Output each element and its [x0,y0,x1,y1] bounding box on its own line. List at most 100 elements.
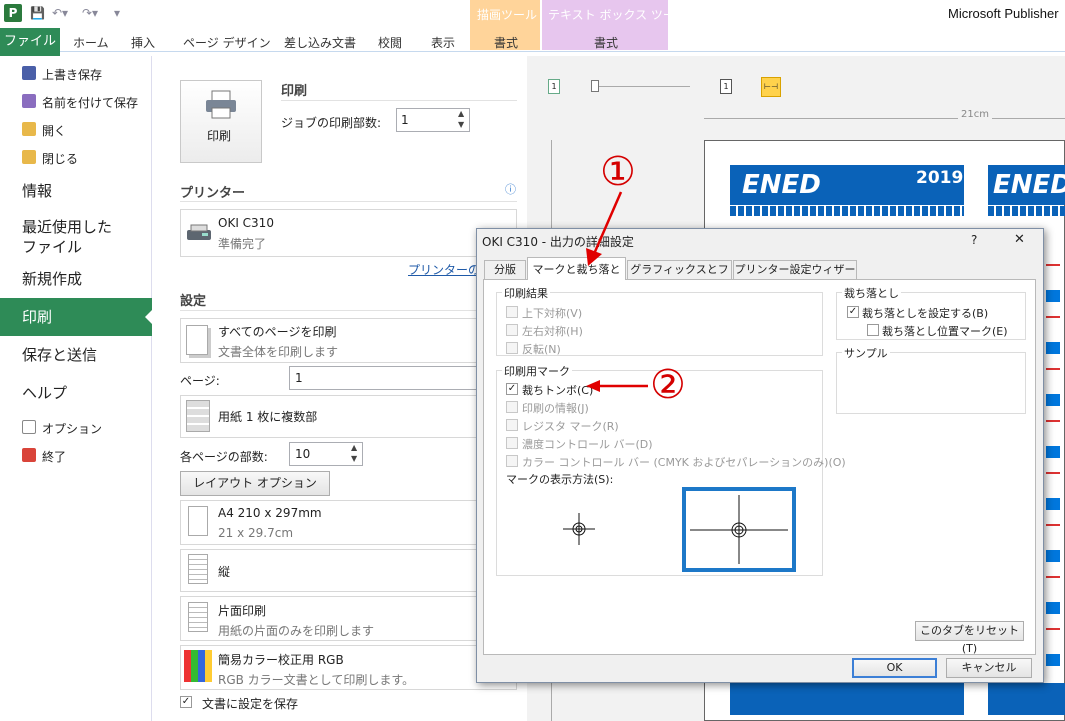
nav-save-as[interactable]: 名前を付けて保存 [42,94,138,111]
crop-mark-style-large-icon [690,495,788,564]
sides-title: 片面印刷 [218,604,267,618]
divider [180,310,517,311]
one-sided-icon [188,602,208,632]
registration-marks-checkbox[interactable] [506,419,518,431]
reset-tab-button[interactable]: このタブをリセット(T) [915,621,1024,655]
sample-label: サンプル [842,345,890,361]
print-button-label: 印刷 [207,129,232,143]
print-result-label: 印刷結果 [502,285,550,301]
annotation-circle-2: ② [650,362,686,408]
divider [281,100,517,101]
open-folder-icon [22,122,36,136]
tab-printer-wizard[interactable]: プリンター設定ウィザード [733,260,857,293]
spinner-arrows-icon[interactable]: ▲ ▼ [458,108,464,130]
redo-icon[interactable]: ↷▾ [82,6,98,20]
tab-view[interactable]: 表示 [431,34,455,51]
banner-logo: ENED [993,170,1065,200]
bleed-marks-checkbox[interactable] [867,324,879,336]
info-icon[interactable]: ⓘ [505,181,516,197]
page-edge-tickets [1046,250,1060,670]
undo-icon[interactable]: ↶▾ [52,6,68,20]
active-tab-join [528,278,625,280]
mark-display-label: マークの表示方法(S): [506,473,614,486]
printer-status: 準備完了 [218,237,267,251]
color-bars-checkbox[interactable] [506,455,518,467]
crop-marks-checkbox[interactable]: ✓ [506,383,518,395]
orientation-selector[interactable] [180,549,517,592]
nav-print[interactable]: 印刷 [22,307,52,327]
settings-header: 設定 [180,294,207,309]
cancel-button[interactable]: キャンセル [946,658,1032,678]
copies-per-page-label: 各ページの部数: [180,450,268,464]
nav-help[interactable]: ヘルプ [22,383,67,403]
layout-title: 用紙 1 枚に複数部 [218,410,318,424]
ruler-toggle-icon[interactable]: ⊢⊣ [761,77,781,97]
bleed-marks-label: 裁ち落とし位置マーク(E) [882,325,1008,338]
nav-new[interactable]: 新規作成 [22,269,82,289]
invert-label: 反転(N) [522,343,561,356]
print-header: 印刷 [281,84,308,99]
close-folder-icon [22,150,36,164]
paper-icon [188,506,208,536]
save-icon[interactable]: 💾 [30,6,45,20]
nav-save-send[interactable]: 保存と送信 [22,345,97,365]
paper-title: A4 210 x 297mm [218,506,322,520]
ticket-banner [988,683,1065,715]
nav-recent[interactable]: 最近使用した ファイル [22,217,112,257]
nav-exit[interactable]: 終了 [42,448,66,465]
spinner-arrows-icon[interactable]: ▲ ▼ [351,442,357,464]
bleeds-label: 裁ち落とし [842,285,901,301]
publisher-app-icon: P [4,4,22,22]
drawing-tools-label: 描画ツール [477,8,538,22]
ok-button[interactable]: OK [852,658,937,678]
allow-bleeds-checkbox[interactable]: ✓ [847,306,859,318]
tab-separations[interactable]: 分版 [484,260,526,279]
annotation-arrow-2-icon [586,380,648,392]
nav-close[interactable]: 閉じる [42,150,78,167]
divider [180,201,517,202]
zoom-slider[interactable] [592,86,690,87]
help-icon[interactable]: ? [971,233,977,247]
zoom-slider-thumb[interactable] [591,80,599,92]
save-settings-checkbox[interactable]: ✓ [180,696,192,708]
color-title: 簡易カラー校正用 RGB [218,653,344,667]
flip-horizontal-checkbox[interactable] [506,324,518,336]
close-icon[interactable]: ✕ [1014,232,1025,247]
nav-info[interactable]: 情報 [22,181,52,201]
nav-options[interactable]: オプション [42,420,102,437]
tab-insert[interactable]: 挿入 [131,34,155,51]
tab-mailings[interactable]: 差し込み文書 [284,34,356,51]
pages-icon [186,325,208,355]
flip-vertical-checkbox[interactable] [506,306,518,318]
pages-label: ページ: [180,374,220,388]
textbox-tools-label: テキスト ボックス ツール [548,8,687,22]
customize-qat-icon[interactable]: ▾ [114,6,120,20]
printer-device-icon [187,224,211,240]
tab-review[interactable]: 校閲 [378,34,402,51]
ribbon-tab-bar [0,28,1065,52]
save-icon [22,66,36,80]
tab-page-design[interactable]: ページ デザイン [183,34,271,51]
tab-home[interactable]: ホーム [73,34,109,51]
tab-format-drawing[interactable]: 書式 [494,34,518,51]
crop-mark-style-small-icon[interactable] [563,513,595,545]
nav-save[interactable]: 上書き保存 [42,66,102,83]
printer-name: OKI C310 [218,216,274,230]
printer-header: プリンター [180,186,246,201]
tab-graphics-fonts[interactable]: グラフィックスとフォント [627,260,732,293]
copies-per-page-value: 10 [295,447,311,461]
layout-options-button[interactable]: レイアウト オプション [180,471,330,496]
orientation-value: 縦 [218,565,231,579]
invert-checkbox[interactable] [506,342,518,354]
page-icon[interactable]: 1 [720,79,732,94]
tab-file[interactable]: ファイル [0,28,60,56]
options-icon [22,420,36,434]
density-bars-checkbox[interactable] [506,437,518,449]
sample-group [836,352,1026,414]
print-marks-label: 印刷用マーク [502,363,572,379]
tab-format-textbox[interactable]: 書式 [594,34,618,51]
job-info-checkbox[interactable] [506,401,518,413]
single-page-icon[interactable]: 1 [548,79,560,94]
sides-sub: 用紙の片面のみを印刷します [218,624,375,638]
nav-open[interactable]: 開く [42,122,66,139]
